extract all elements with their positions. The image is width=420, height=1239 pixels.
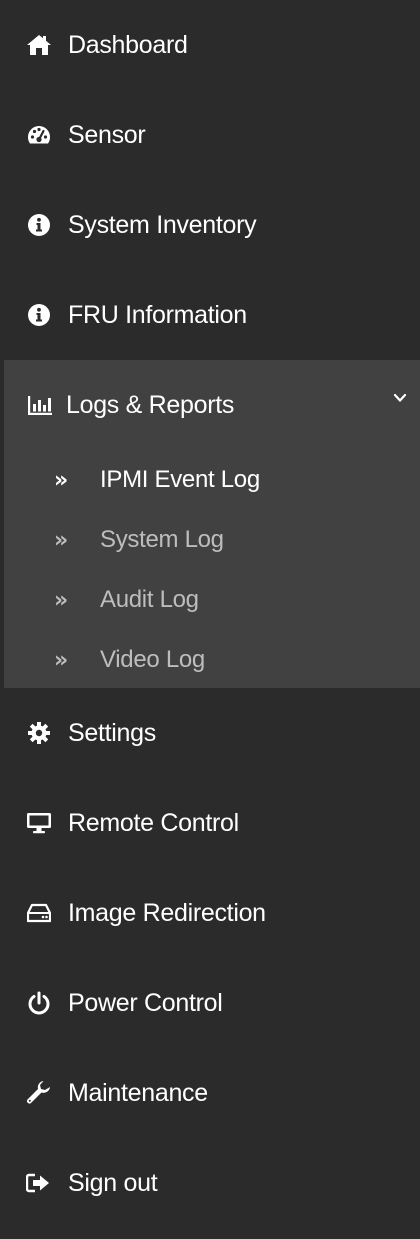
submenu-item-label: System Log xyxy=(100,526,224,553)
submenu-item-label: Video Log xyxy=(100,646,205,673)
double-chevron-right-icon: » xyxy=(54,527,69,553)
submenu-item-ipmi-event-log[interactable]: » IPMI Event Log xyxy=(4,450,420,510)
sidebar-item-label: Sensor xyxy=(68,120,146,149)
sidebar-item-sign-out[interactable]: Sign out xyxy=(0,1138,420,1228)
wrench-icon xyxy=(26,1080,52,1106)
double-chevron-right-icon: » xyxy=(54,467,69,493)
sidebar-item-label: Remote Control xyxy=(68,808,239,837)
submenu-item-audit-log[interactable]: » Audit Log xyxy=(4,570,420,630)
tachometer-icon xyxy=(26,122,52,148)
sidebar-item-image-redirection[interactable]: Image Redirection xyxy=(0,868,420,958)
sidebar-item-fru-information[interactable]: FRU Information xyxy=(0,270,420,360)
sidebar-item-power-control[interactable]: Power Control xyxy=(0,958,420,1048)
power-icon xyxy=(26,990,52,1016)
sidebar-item-label: Sign out xyxy=(68,1168,158,1197)
monitor-icon xyxy=(26,810,52,836)
info-circle-icon xyxy=(26,212,52,238)
hdd-icon xyxy=(26,900,52,926)
sign-out-icon xyxy=(26,1170,52,1196)
home-icon xyxy=(26,32,52,58)
submenu-item-video-log[interactable]: » Video Log xyxy=(4,630,420,690)
sidebar-item-maintenance[interactable]: Maintenance xyxy=(0,1048,420,1138)
sidebar-item-label: Settings xyxy=(68,718,156,747)
sidebar-item-label: Image Redirection xyxy=(68,898,266,927)
submenu-item-system-log[interactable]: » System Log xyxy=(4,510,420,570)
sidebar-item-label: Dashboard xyxy=(68,30,188,59)
sidebar-item-label: FRU Information xyxy=(68,300,247,329)
sidebar-item-label: System Inventory xyxy=(68,210,257,239)
bar-chart-icon xyxy=(26,392,54,418)
chevron-down-icon xyxy=(393,393,407,402)
info-circle-icon xyxy=(26,302,52,328)
sidebar-item-remote-control[interactable]: Remote Control xyxy=(0,778,420,868)
sidebar-item-label: Maintenance xyxy=(68,1078,208,1107)
sidebar-item-sensor[interactable]: Sensor xyxy=(0,90,420,180)
sidebar-item-logs-reports[interactable]: Logs & Reports xyxy=(4,360,420,450)
gear-icon xyxy=(26,720,52,746)
double-chevron-right-icon: » xyxy=(54,587,69,613)
sidebar-item-label: Power Control xyxy=(68,988,223,1017)
sidebar-nav: Dashboard Sensor System Inventory FRU In… xyxy=(0,0,420,1239)
sidebar-group-logs-reports: Logs & Reports » IPMI Event Log » System… xyxy=(4,360,420,688)
sidebar-item-dashboard[interactable]: Dashboard xyxy=(0,0,420,90)
sidebar-item-label: Logs & Reports xyxy=(66,390,235,419)
submenu-item-label: Audit Log xyxy=(100,586,199,613)
sidebar-item-settings[interactable]: Settings xyxy=(0,688,420,778)
submenu-item-label: IPMI Event Log xyxy=(100,466,260,493)
sidebar-item-system-inventory[interactable]: System Inventory xyxy=(0,180,420,270)
double-chevron-right-icon: » xyxy=(54,647,69,673)
